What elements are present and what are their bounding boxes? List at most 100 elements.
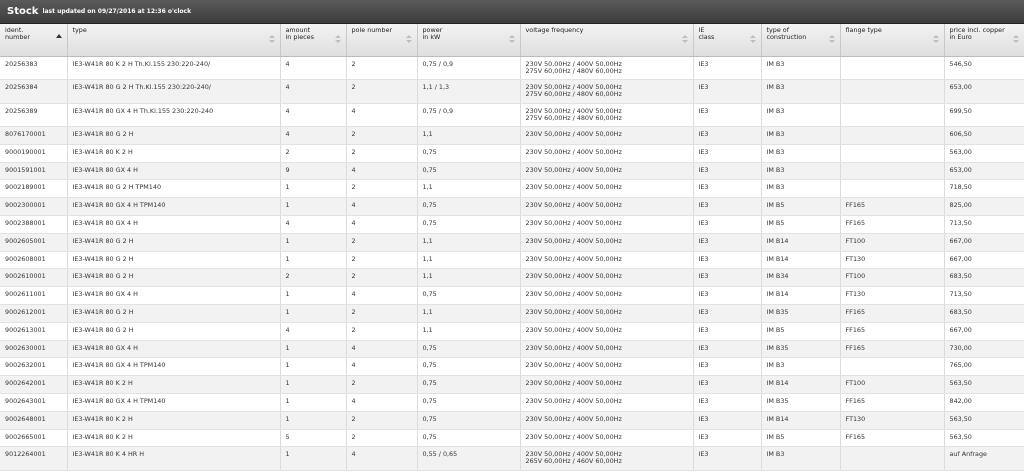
cell-text: IE3 <box>698 201 709 210</box>
cell-price: 842,00 <box>944 393 1024 412</box>
cell-construction: IM B3 <box>761 144 841 163</box>
sort-icon[interactable] <box>681 35 689 44</box>
table-row[interactable]: 9002643001 IE3-W41R 80 GX 4 H TPM140 1 4 0,7… <box>0 393 1024 412</box>
column-header-power[interactable]: power in kW <box>417 24 521 57</box>
cell-text: 230V 50,00Hz / 400V 50,00Hz <box>525 201 622 210</box>
cell-flange: FT100 <box>840 375 945 394</box>
cell-text: 4 <box>351 290 356 299</box>
table-row[interactable]: 9002613001 IE3-W41R 80 G 2 H 4 2 1,1 230V 50,… <box>0 322 1024 341</box>
table-row[interactable]: 20256384 IE3-W41R 80 G 2 H Th.Kl.155 230:… <box>0 79 1024 104</box>
cell-type: IE3-W41R 80 GX 4 H <box>67 215 281 234</box>
sort-icon[interactable] <box>268 35 276 44</box>
column-header-label: price incl. copper in Euro <box>949 26 1005 41</box>
column-header-ie[interactable]: IE class <box>693 24 762 57</box>
cell-text: IE3-W41R 80 GX 4 H <box>72 218 138 227</box>
cell-voltage: 230V 50,00Hz / 400V 50,00Hz <box>520 286 694 305</box>
cell-text: 1,1 <box>422 183 433 192</box>
table-row[interactable]: 9002608001 IE3-W41R 80 G 2 H 1 2 1,1 230V 50,… <box>0 251 1024 270</box>
sort-icon[interactable] <box>405 35 413 44</box>
cell-amount: 1 <box>280 357 347 377</box>
column-header-label: type <box>72 26 87 34</box>
cell-power: 0,75 <box>417 215 521 234</box>
cell-amount: 1 <box>280 304 347 323</box>
cell-text: 606,50 <box>949 130 972 138</box>
cell-text: 20256384 <box>5 83 38 91</box>
cell-construction: IM B3 <box>761 103 841 127</box>
cell-text: 9001591001 <box>5 165 46 174</box>
cell-voltage: 230V 50,00Hz / 400V 50,00Hz <box>520 251 694 270</box>
cell-flange: FF165 <box>840 215 945 234</box>
table-row[interactable]: 9002300001 IE3-W41R 80 GX 4 H TPM140 1 4 0,7… <box>0 197 1024 216</box>
cell-text: FT100 <box>845 379 866 388</box>
cell-text <box>846 165 939 167</box>
cell-text: 0,55 / 0,65 <box>422 450 458 459</box>
cell-text: 230V 50,00Hz / 400V 50,00Hz 275V 60,00Hz… <box>525 83 622 98</box>
cell-text: IE3-W41R 80 G 2 H <box>72 307 134 316</box>
cell-text: 9002642001 <box>5 379 46 388</box>
cell-construction: IM B3 <box>761 56 841 80</box>
cell-ie: IE3 <box>693 304 762 323</box>
sort-icon[interactable] <box>828 35 836 44</box>
table-row[interactable]: 9002189001 IE3-W41R 80 G 2 H TPM140 1 2 1,1 2… <box>0 179 1024 199</box>
table-row[interactable]: 20256383 IE3-W41R 80 K 2 H Th.Kl.155 230:… <box>0 56 1024 80</box>
sort-icon[interactable] <box>749 35 757 44</box>
cell-ident: 20256384 <box>0 79 68 104</box>
table-row[interactable]: 9002605001 IE3-W41R 80 G 2 H 1 2 1,1 230V 50,… <box>0 233 1024 252</box>
table-row[interactable]: 9000190001 IE3-W41R 80 K 2 H 2 2 0,75 230V 50… <box>0 144 1024 163</box>
table-row[interactable]: 9002388001 IE3-W41R 80 GX 4 H 4 4 0,75 230V 5… <box>0 215 1024 234</box>
table-row[interactable]: 9002648001 IE3-W41R 80 K 2 H 1 2 0,75 230V 50… <box>0 411 1024 430</box>
column-header-ident[interactable]: ident. number <box>0 24 68 57</box>
cell-voltage: 230V 50,00Hz / 400V 50,00Hz <box>520 411 694 430</box>
cell-ie: IE3 <box>693 446 762 471</box>
cell-ie: IE3 <box>693 251 762 270</box>
column-header-construction[interactable]: type of construction <box>761 24 841 57</box>
cell-type: IE3-W41R 80 G 2 H <box>67 304 281 323</box>
sort-icon[interactable] <box>1012 35 1020 44</box>
sort-ascending-icon[interactable] <box>55 34 63 44</box>
table-row[interactable]: 9002642001 IE3-W41R 80 K 2 H 1 2 0,75 230V 50… <box>0 375 1024 394</box>
cell-text: IM B3 <box>766 183 785 192</box>
cell-construction: IM B14 <box>761 286 841 305</box>
cell-pole: 4 <box>346 393 418 412</box>
cell-text: 4 <box>351 450 356 459</box>
column-header-amount[interactable]: amount in pieces <box>280 24 347 57</box>
column-header-pole[interactable]: pole number <box>346 24 418 57</box>
table-row[interactable]: 9002611001 IE3-W41R 80 GX 4 H 1 4 0,75 230V 5… <box>0 286 1024 305</box>
table-row[interactable]: 9002630001 IE3-W41R 80 GX 4 H 1 4 0,75 230V 5… <box>0 340 1024 359</box>
cell-text: 2 <box>351 183 356 192</box>
sort-icon[interactable] <box>932 35 940 44</box>
table-row[interactable]: 8076170001 IE3-W41R 80 G 2 H 4 2 1,1 230V 50,… <box>0 126 1024 145</box>
cell-flange <box>840 162 945 181</box>
cell-flange: FT100 <box>840 268 945 288</box>
cell-price: 563,50 <box>944 429 1024 448</box>
cell-price: 718,50 <box>944 179 1024 199</box>
cell-pole: 2 <box>346 251 418 270</box>
column-header-type[interactable]: type <box>67 24 281 57</box>
table-row[interactable]: 9001591001 IE3-W41R 80 GX 4 H 9 4 0,75 230V 5… <box>0 162 1024 181</box>
column-header-flange[interactable]: flange type <box>840 24 945 57</box>
column-header-voltage[interactable]: voltage frequency <box>520 24 694 57</box>
cell-text: FF165 <box>845 201 866 210</box>
cell-price: 546,50 <box>944 56 1024 80</box>
cell-text: 713,50 <box>949 218 972 227</box>
cell-text: 2 <box>285 147 290 156</box>
cell-construction: IM B5 <box>761 322 841 341</box>
cell-type: IE3-W41R 80 G 2 H <box>67 268 281 288</box>
cell-text: 0,75 <box>422 201 437 210</box>
cell-ie: IE3 <box>693 103 762 127</box>
table-row[interactable]: 20256389 IE3-W41R 80 GX 4 H Th.Kl.155 230… <box>0 103 1024 127</box>
cell-ie: IE3 <box>693 179 762 199</box>
cell-text: 4 <box>285 218 290 227</box>
table-row[interactable]: 9002610001 IE3-W41R 80 G 2 H 2 2 1,1 230V 50,… <box>0 268 1024 288</box>
cell-voltage: 230V 50,00Hz / 400V 50,00Hz <box>520 304 694 323</box>
sort-icon[interactable] <box>334 35 342 44</box>
cell-text: 4 <box>351 343 356 352</box>
column-header-price[interactable]: price incl. copper in Euro <box>944 24 1024 57</box>
table-row[interactable]: 9012264001 IE3-W41R 80 K 4 HR H 1 4 0,55 / 0… <box>0 446 1024 471</box>
table-row[interactable]: 9002612001 IE3-W41R 80 G 2 H 1 2 1,1 230V 50,… <box>0 304 1024 323</box>
table-row[interactable]: 9002665001 IE3-W41R 80 K 2 H 5 2 0,75 230V 50… <box>0 429 1024 448</box>
cell-voltage: 230V 50,00Hz / 400V 50,00Hz 275V 60,00Hz… <box>520 79 694 104</box>
sort-icon[interactable] <box>508 35 516 44</box>
table-row[interactable]: 9002632001 IE3-W41R 80 GX 4 H TPM140 1 4 0,7… <box>0 357 1024 377</box>
cell-text: 230V 50,00Hz / 400V 50,00Hz 275V 60,00Hz… <box>525 106 622 122</box>
